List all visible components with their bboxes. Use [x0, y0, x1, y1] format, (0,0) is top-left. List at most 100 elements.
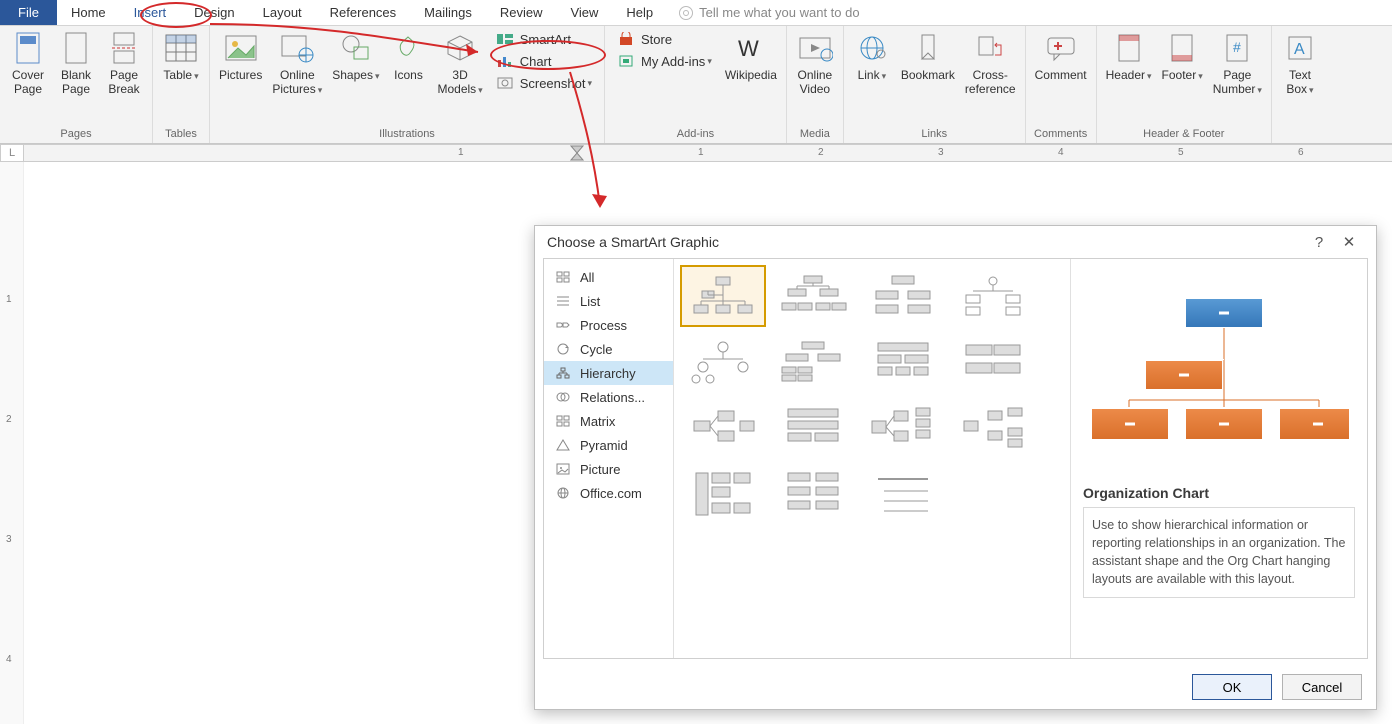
thumb-hierarchy-11[interactable]: [860, 397, 946, 459]
tab-design[interactable]: Design: [180, 0, 248, 25]
cat-pyramid[interactable]: Pyramid: [544, 433, 673, 457]
ruler-area: L 1 1 2 3 4 5 6: [0, 144, 1392, 162]
thumb-hierarchy-14[interactable]: [770, 463, 856, 525]
tab-references[interactable]: References: [316, 0, 410, 25]
cat-hierarchy[interactable]: Hierarchy: [544, 361, 673, 385]
vruler-mark: 2: [6, 414, 12, 425]
chevron-down-icon: ▾: [194, 71, 199, 81]
cat-all[interactable]: All: [544, 265, 673, 289]
chart-button[interactable]: Chart: [492, 50, 596, 72]
online-video-button[interactable]: OnlineVideo: [791, 28, 839, 98]
tab-insert[interactable]: Insert: [120, 0, 181, 25]
thumb-hierarchy-10[interactable]: [770, 397, 856, 459]
page-number-button[interactable]: # PageNumber▾: [1208, 28, 1267, 99]
group-text-label: [1276, 138, 1324, 143]
horizontal-ruler[interactable]: 1 1 2 3 4 5 6: [24, 144, 1392, 162]
thumb-org-chart[interactable]: [680, 265, 766, 327]
cross-reference-button[interactable]: Cross-reference: [960, 28, 1021, 98]
link-button[interactable]: Link▾: [848, 28, 896, 85]
tab-mailings[interactable]: Mailings: [410, 0, 486, 25]
cancel-button[interactable]: Cancel: [1282, 674, 1362, 700]
thumb-hierarchy-13[interactable]: [680, 463, 766, 525]
icons-icon: [390, 30, 426, 66]
group-comments-label: Comments: [1030, 126, 1092, 143]
tab-help[interactable]: Help: [612, 0, 667, 25]
text-box-button[interactable]: A TextBox▾: [1276, 28, 1324, 99]
blank-page-label: BlankPage: [61, 68, 91, 96]
thumb-hierarchy-2[interactable]: [770, 265, 856, 327]
cat-relationship[interactable]: Relations...: [544, 385, 673, 409]
preview-name: Organization Chart: [1083, 485, 1355, 501]
thumb-hierarchy-8[interactable]: [950, 331, 1036, 393]
svg-text:A: A: [1294, 41, 1305, 58]
bookmark-label: Bookmark: [901, 68, 955, 82]
dialog-help-button[interactable]: ?: [1304, 234, 1334, 251]
thumb-hierarchy-12[interactable]: [950, 397, 1036, 459]
cat-label: Picture: [580, 462, 620, 477]
cat-label: Relations...: [580, 390, 645, 405]
thumb-hierarchy-3[interactable]: [860, 265, 946, 327]
chart-label: Chart: [520, 54, 552, 69]
page-break-label: PageBreak: [108, 68, 139, 96]
page-break-button[interactable]: PageBreak: [100, 28, 148, 98]
store-button[interactable]: Store: [613, 28, 716, 50]
wikipedia-button[interactable]: W Wikipedia: [720, 28, 782, 84]
thumb-hierarchy-7[interactable]: [860, 331, 946, 393]
cat-label: List: [580, 294, 600, 309]
store-icon: [617, 31, 635, 47]
indent-marker-icon[interactable]: [570, 145, 584, 161]
bookmark-button[interactable]: Bookmark: [896, 28, 960, 84]
header-button[interactable]: Header▾: [1101, 28, 1157, 85]
dialog-close-button[interactable]: ✕: [1334, 233, 1364, 251]
cat-matrix[interactable]: Matrix: [544, 409, 673, 433]
group-addins-label: Add-ins: [609, 126, 782, 143]
thumb-hierarchy-15[interactable]: [860, 463, 946, 525]
thumb-hierarchy-4[interactable]: [950, 265, 1036, 327]
blank-page-button[interactable]: BlankPage: [52, 28, 100, 98]
my-addins-button[interactable]: My Add-ins▾: [613, 50, 716, 72]
cat-process[interactable]: Process: [544, 313, 673, 337]
tab-home[interactable]: Home: [57, 0, 120, 25]
cat-cycle[interactable]: Cycle: [544, 337, 673, 361]
wikipedia-label: Wikipedia: [725, 68, 777, 82]
wikipedia-icon: W: [733, 30, 769, 66]
tab-review[interactable]: Review: [486, 0, 557, 25]
icons-button[interactable]: Icons: [384, 28, 432, 84]
chevron-down-icon: ▾: [478, 85, 483, 95]
shapes-button[interactable]: Shapes▾: [327, 28, 384, 85]
comment-button[interactable]: Comment: [1030, 28, 1092, 84]
3d-models-button[interactable]: 3DModels▾: [432, 28, 487, 99]
cat-office-com[interactable]: Office.com: [544, 481, 673, 505]
tab-layout[interactable]: Layout: [249, 0, 316, 25]
thumb-hierarchy-9[interactable]: [680, 397, 766, 459]
tab-file[interactable]: File: [0, 0, 57, 25]
tab-view[interactable]: View: [556, 0, 612, 25]
screenshot-button[interactable]: Screenshot▾: [492, 72, 596, 94]
tell-me-label: Tell me what you want to do: [699, 5, 859, 20]
cat-picture[interactable]: Picture: [544, 457, 673, 481]
footer-button[interactable]: Footer▾: [1157, 28, 1208, 85]
menu-tabs: File Home Insert Design Layout Reference…: [0, 0, 1392, 26]
chevron-down-icon: ▾: [1198, 71, 1203, 81]
globe-icon: [554, 485, 572, 501]
pictures-button[interactable]: Pictures: [214, 28, 267, 84]
smartart-dialog: Choose a SmartArt Graphic ? ✕ All List P…: [534, 225, 1377, 710]
thumb-hierarchy-6[interactable]: [770, 331, 856, 393]
cover-page-button[interactable]: CoverPage: [4, 28, 52, 98]
smartart-button[interactable]: SmartArt: [492, 28, 596, 50]
online-pictures-button[interactable]: OnlinePictures▾: [267, 28, 327, 99]
bookmark-icon: [910, 30, 946, 66]
thumb-hierarchy-5[interactable]: [680, 331, 766, 393]
link-label: Link▾: [858, 68, 887, 83]
pyramid-icon: [554, 437, 572, 453]
picture-icon: [554, 461, 572, 477]
comment-label: Comment: [1035, 68, 1087, 82]
table-button[interactable]: Table▾: [157, 28, 205, 85]
cat-label: Office.com: [580, 486, 642, 501]
ok-button[interactable]: OK: [1192, 674, 1272, 700]
vertical-ruler[interactable]: 1 2 3 4: [0, 162, 24, 724]
cat-list[interactable]: List: [544, 289, 673, 313]
table-icon: [163, 30, 199, 66]
category-list: All List Process Cycle Hierarchy Relatio…: [544, 259, 674, 658]
tell-me[interactable]: Tell me what you want to do: [679, 0, 859, 25]
